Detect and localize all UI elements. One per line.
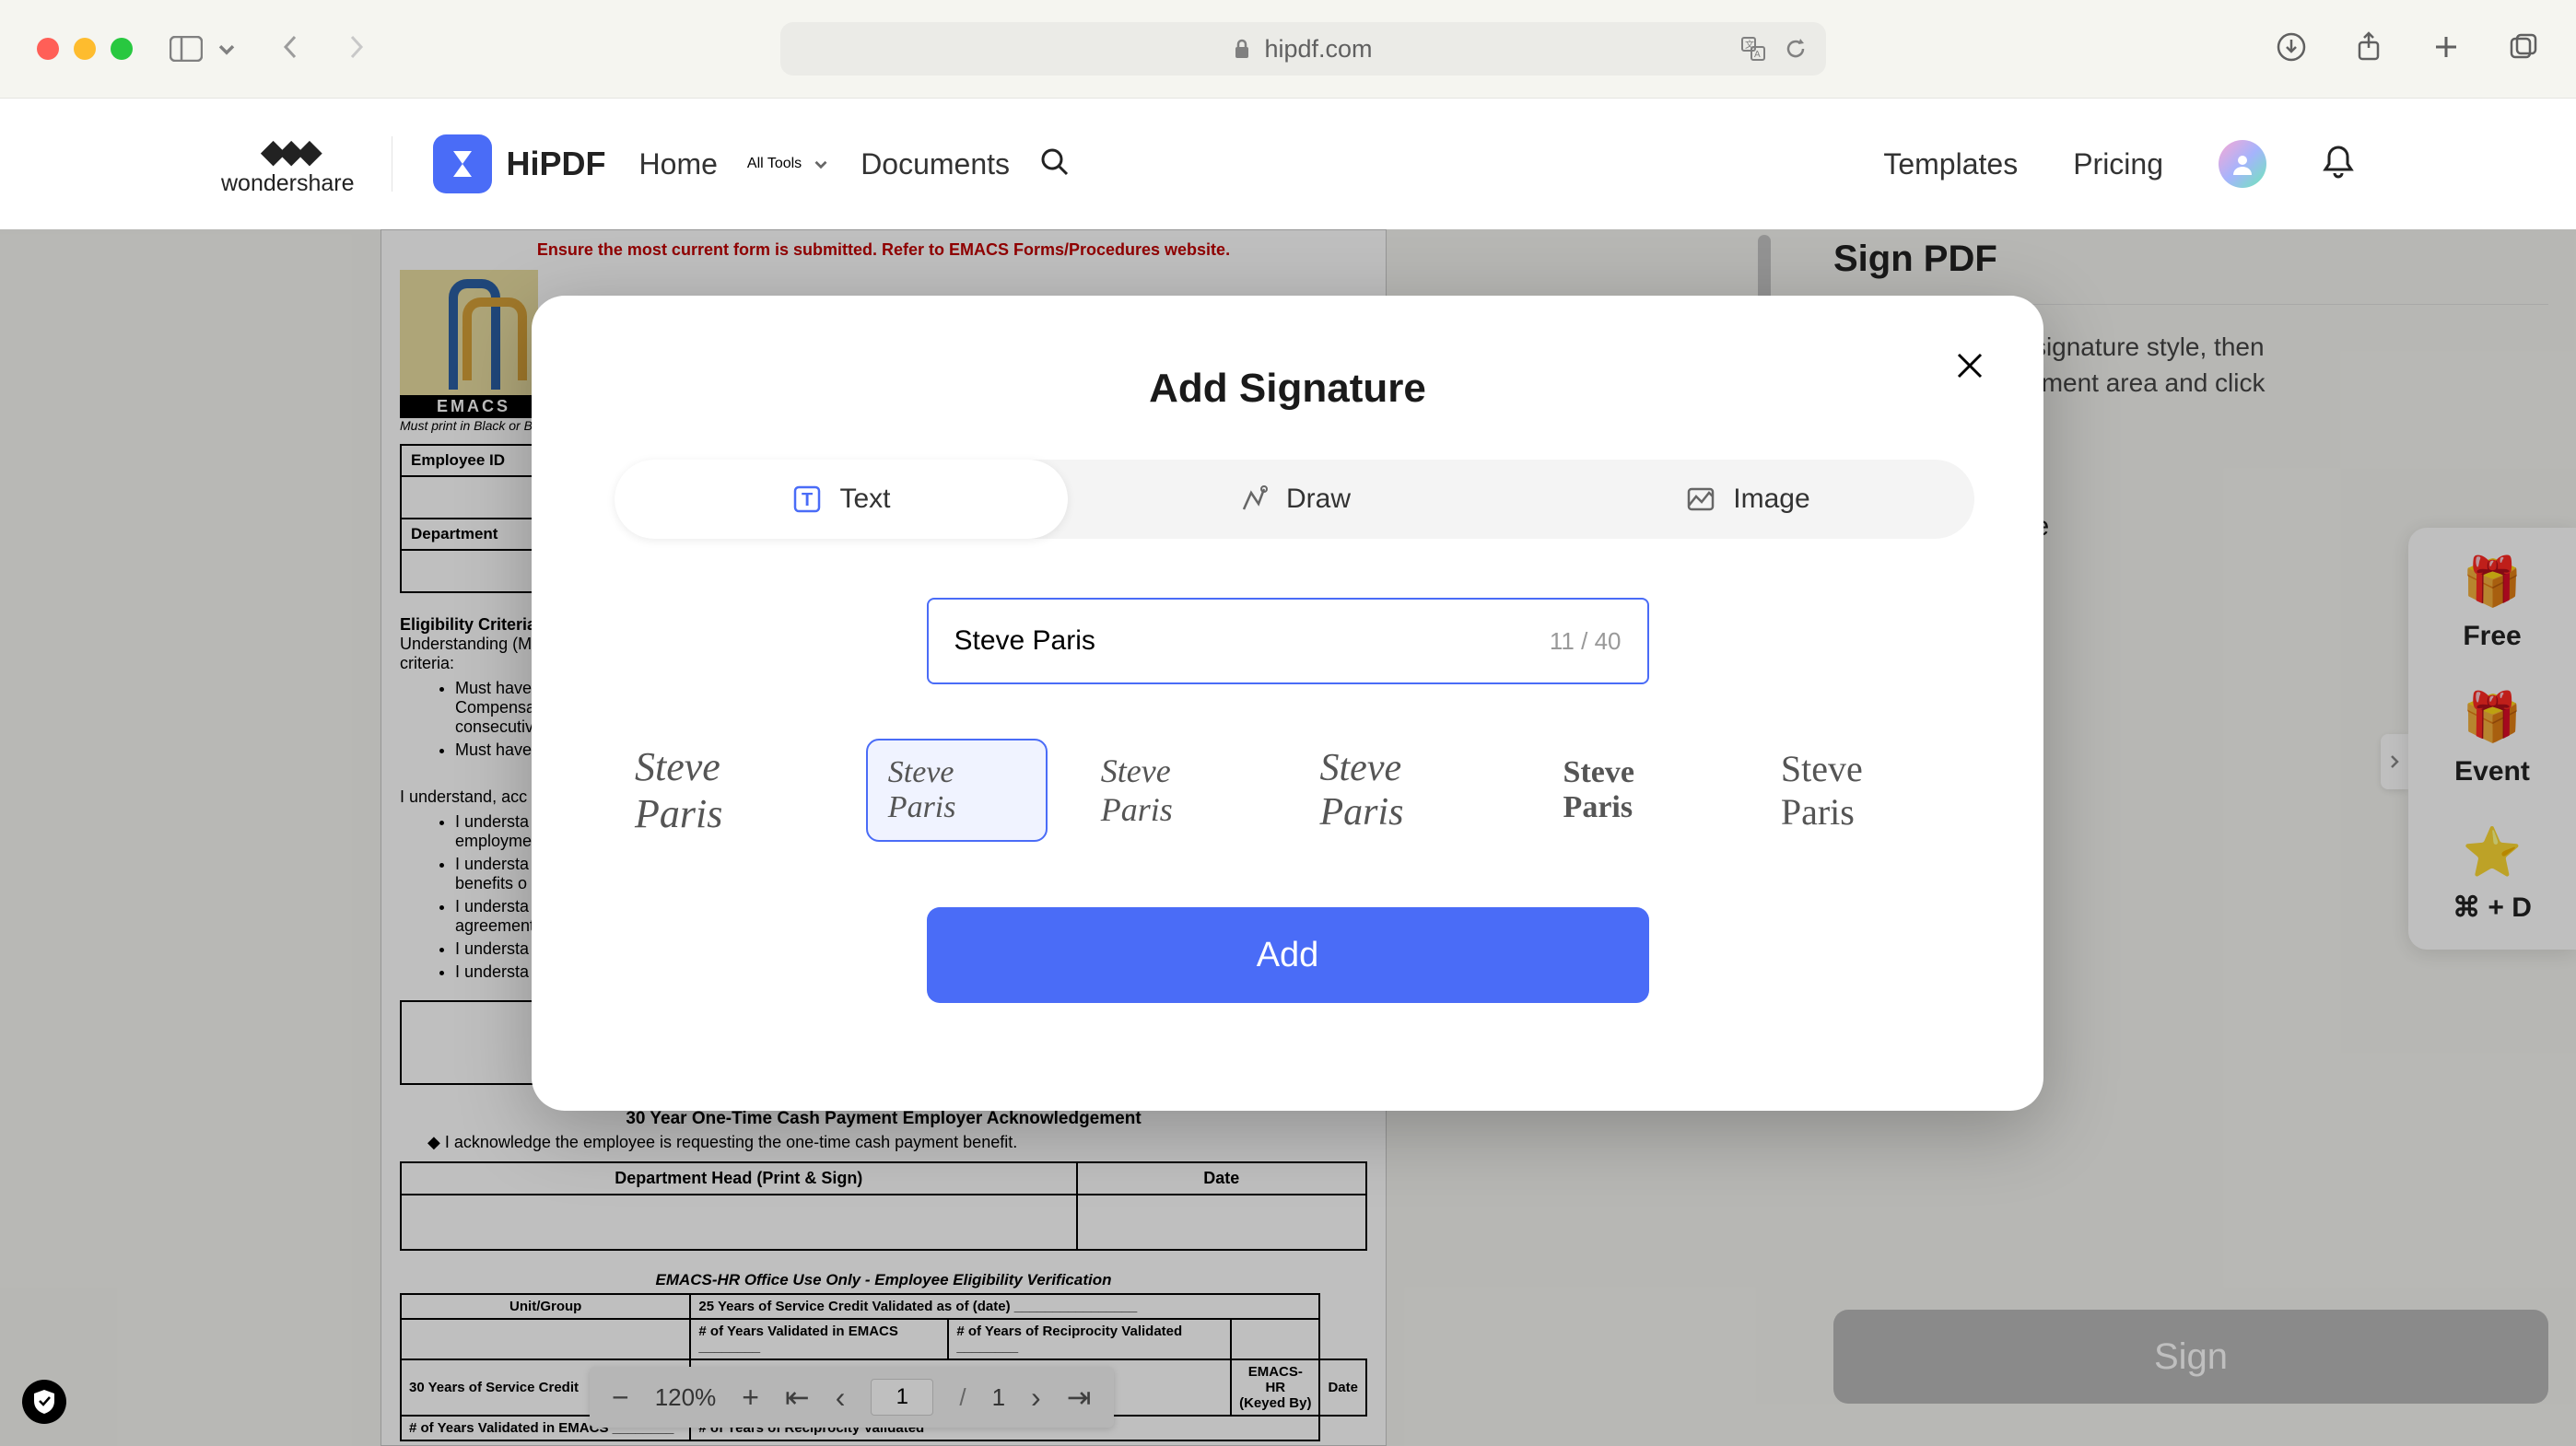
search-icon: [1039, 146, 1071, 178]
lock-icon: [1233, 38, 1251, 60]
wondershare-text: wondershare: [221, 170, 355, 197]
user-avatar[interactable]: [2219, 140, 2266, 188]
signature-style-option-5[interactable]: Steve Paris: [1543, 740, 1727, 840]
nav-forward-button[interactable]: [346, 33, 367, 65]
traffic-lights: [37, 38, 133, 60]
downloads-button[interactable]: [2276, 31, 2307, 67]
reload-icon[interactable]: [1784, 37, 1808, 61]
hipdf-badge-icon: [433, 134, 492, 193]
translate-icon[interactable]: 文A: [1741, 37, 1765, 61]
svg-text:文: 文: [1745, 39, 1754, 51]
chevron-down-icon: [811, 154, 831, 174]
browser-chrome: hipdf.com 文A: [0, 0, 2576, 99]
url-text: hipdf.com: [1264, 35, 1372, 64]
signature-style-option-1[interactable]: Steve Paris: [615, 729, 833, 852]
signature-char-counter: 11 / 40: [1550, 627, 1622, 656]
signature-text-input[interactable]: [954, 625, 1550, 657]
wondershare-logo[interactable]: ◆◆◆ wondershare: [221, 132, 355, 197]
nav-home[interactable]: Home: [639, 147, 718, 181]
pen-icon: [1238, 484, 1270, 515]
nav-all-tools[interactable]: All Tools: [747, 154, 831, 174]
close-icon: [1951, 347, 1988, 384]
text-icon: T: [791, 484, 823, 515]
modal-close-button[interactable]: [1951, 347, 1988, 389]
signature-style-option-3[interactable]: Steve Paris: [1081, 737, 1267, 844]
signature-style-list: Steve Paris Steve Paris Steve Paris Stev…: [615, 729, 1961, 852]
user-icon: [2230, 151, 2255, 177]
modal-title: Add Signature: [615, 366, 1961, 412]
signature-type-tabs: T Text Draw Image: [615, 460, 1974, 539]
notifications-button[interactable]: [2322, 144, 2355, 185]
svg-text:T: T: [802, 490, 813, 510]
nav-back-button[interactable]: [280, 33, 300, 65]
tab-image[interactable]: Image: [1521, 460, 1974, 539]
url-bar[interactable]: hipdf.com 文A: [780, 22, 1826, 76]
site-header: ◆◆◆ wondershare HiPDF Home All Tools Doc…: [0, 99, 2576, 229]
signature-style-option-2[interactable]: Steve Paris: [866, 739, 1048, 842]
tab-image-label: Image: [1733, 484, 1809, 515]
window-minimize-button[interactable]: [74, 38, 96, 60]
sidebar-icon: [170, 36, 203, 62]
window-close-button[interactable]: [37, 38, 59, 60]
tab-text-label: Text: [839, 484, 890, 515]
bell-icon: [2322, 144, 2355, 181]
hipdf-brand-text: HiPDF: [507, 145, 606, 183]
nav-all-tools-label: All Tools: [747, 156, 802, 172]
hipdf-logo[interactable]: HiPDF: [433, 134, 606, 193]
sidebar-toggle-button[interactable]: [170, 36, 243, 62]
nav-pricing[interactable]: Pricing: [2073, 147, 2163, 181]
search-button[interactable]: [1039, 146, 1071, 182]
signature-style-option-4[interactable]: Steve Paris: [1300, 731, 1510, 849]
image-icon: [1685, 484, 1716, 515]
signature-style-option-6[interactable]: Steve Paris: [1761, 732, 1961, 848]
wondershare-mark-icon: ◆◆◆: [261, 132, 315, 170]
nav-documents[interactable]: Documents: [861, 147, 1010, 181]
modal-add-button[interactable]: Add: [927, 907, 1649, 1003]
chevron-down-icon: [210, 36, 243, 62]
tab-text[interactable]: T Text: [615, 460, 1068, 539]
nav-templates[interactable]: Templates: [1883, 147, 2018, 181]
share-button[interactable]: [2353, 31, 2384, 67]
shield-check-icon: [32, 1388, 56, 1416]
add-signature-modal: Add Signature T Text Draw Image 11 / 40 …: [532, 296, 2043, 1111]
window-maximize-button[interactable]: [111, 38, 133, 60]
tabs-overview-button[interactable]: [2508, 31, 2539, 67]
svg-text:A: A: [1754, 50, 1761, 60]
new-tab-button[interactable]: [2430, 31, 2462, 67]
privacy-shield-badge[interactable]: [22, 1380, 66, 1424]
signature-text-field-wrap: 11 / 40: [927, 598, 1649, 684]
tab-draw[interactable]: Draw: [1068, 460, 1521, 539]
tab-draw-label: Draw: [1286, 484, 1351, 515]
